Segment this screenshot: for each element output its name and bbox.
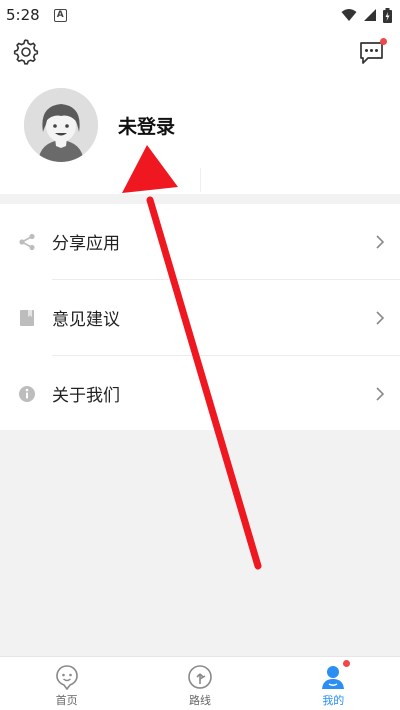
route-icon [188,665,212,689]
tab-badge [342,660,350,667]
home-icon [55,665,78,690]
feedback-icon [20,309,34,326]
menu-item-label: 分享应用 [52,234,120,254]
status-time: 5:28 [6,6,40,24]
wifi-icon [341,9,357,21]
message-button[interactable] [358,38,388,66]
chevron-right-icon [376,386,385,401]
message-badge [380,38,387,45]
menu-item-about[interactable]: 关于我们 [0,356,400,431]
menu-item-share[interactable]: 分享应用 [0,204,400,279]
menu-item-label: 关于我们 [52,386,120,406]
battery-charging-icon [383,7,392,23]
profile-section[interactable]: 未登录 [0,76,400,194]
signal-icon [364,9,376,21]
user-icon [322,666,345,689]
tab-home[interactable]: 首页 [0,657,133,710]
notification-icon: A [53,8,67,22]
login-status-text[interactable]: 未登录 [118,112,175,139]
tab-label: 我的 [322,694,345,707]
tab-label: 首页 [55,694,78,707]
menu-item-label: 意见建议 [52,310,120,330]
gear-icon[interactable] [12,38,40,66]
info-icon [19,385,35,402]
empty-area [0,430,400,656]
profile-divider [200,168,201,192]
tab-route[interactable]: 路线 [133,657,266,710]
tab-mine[interactable]: 我的 [267,657,400,710]
settings-menu: 分享应用 意见建议 关于我们 [0,204,400,431]
bottom-tab-bar: 首页 路线 我的 [0,656,400,710]
default-avatar-icon [24,88,98,162]
tab-label: 路线 [188,694,211,707]
avatar[interactable] [24,88,98,162]
chevron-right-icon [376,234,385,249]
share-icon [19,233,35,250]
status-bar: 5:28 A [0,0,400,30]
menu-item-feedback[interactable]: 意见建议 [0,280,400,355]
top-bar [0,30,400,76]
section-gap [0,194,400,204]
status-icons [341,7,392,23]
chevron-right-icon [376,310,385,325]
